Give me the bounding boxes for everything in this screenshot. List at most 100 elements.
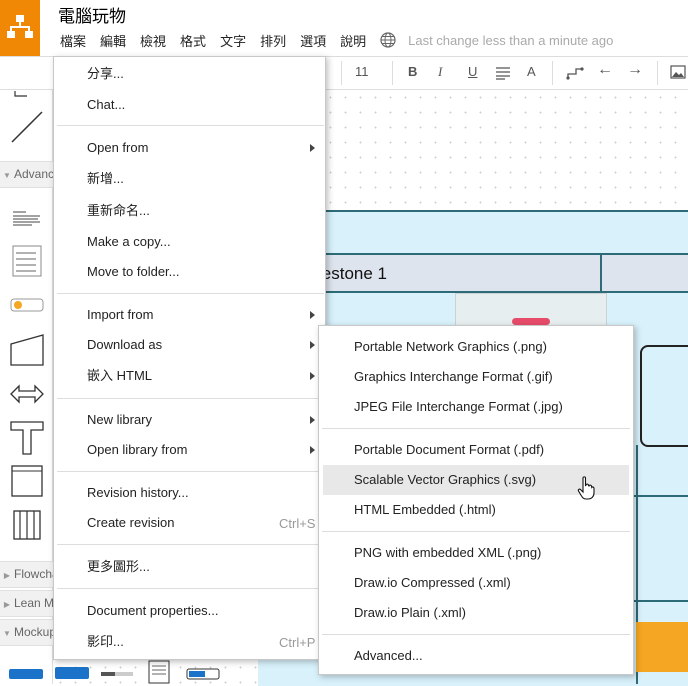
toolbar-divider <box>341 61 342 85</box>
mockup-toggle-icon[interactable] <box>186 668 220 680</box>
menu-item-gif[interactable]: Graphics Interchange Format (.gif) <box>354 364 553 390</box>
menu-separator <box>57 293 324 294</box>
menu-item-download-as[interactable]: Download as <box>87 332 162 358</box>
menu-separator <box>57 544 324 545</box>
menu-item-import-from[interactable]: Import from <box>87 302 153 328</box>
menu-item-advanced[interactable]: Advanced... <box>354 643 423 669</box>
menu-item-drawio-plain[interactable]: Draw.io Plain (.xml) <box>354 600 466 626</box>
list-shape-icon[interactable] <box>12 245 42 277</box>
vertical-pool-shape-icon[interactable] <box>13 510 41 540</box>
collapse-triangle-icon: ▼ <box>3 171 11 180</box>
expand-triangle-icon: ▶ <box>3 600 11 609</box>
font-color-button[interactable]: A <box>527 64 536 79</box>
menu-file[interactable]: 檔案 <box>60 31 86 50</box>
section-flowchart[interactable]: ▶Flowchart <box>0 561 53 588</box>
menu-item-rename[interactable]: 重新命名... <box>87 198 150 224</box>
menu-item-html[interactable]: HTML Embedded (.html) <box>354 497 496 523</box>
menu-help[interactable]: 說明 <box>340 31 366 50</box>
menu-bar: 檔案 編輯 檢視 格式 文字 排列 選項 說明 Last change less… <box>60 31 613 49</box>
image-icon[interactable] <box>670 65 686 79</box>
submenu-arrow-icon <box>310 416 315 424</box>
menu-item-drawio-compressed[interactable]: Draw.io Compressed (.xml) <box>354 570 511 596</box>
menu-item-embed-html[interactable]: 嵌入 HTML <box>87 363 152 389</box>
expand-triangle-icon: ▶ <box>3 571 11 580</box>
top-bar: 電腦玩物 檔案 編輯 檢視 格式 文字 排列 選項 說明 Last change… <box>0 0 688 56</box>
map-pin-marker <box>512 318 550 325</box>
text-block-shape-icon[interactable] <box>12 210 42 230</box>
shortcut-ctrl-s: Ctrl+S <box>279 516 316 531</box>
waypoint-icon[interactable] <box>566 65 584 81</box>
submenu-arrow-icon <box>310 372 315 380</box>
collapse-triangle-icon: ▼ <box>3 629 11 638</box>
menu-item-new[interactable]: 新增... <box>87 166 124 192</box>
menu-item-document-properties[interactable]: Document properties... <box>87 598 219 624</box>
section-mockups[interactable]: ▼Mockups <box>0 619 53 646</box>
menu-format[interactable]: 格式 <box>180 31 206 50</box>
milestone-label[interactable]: lestone 1 <box>318 264 387 284</box>
font-size-field[interactable]: 11 <box>355 64 369 79</box>
document-title[interactable]: 電腦玩物 <box>58 2 126 27</box>
section-lean-mapping[interactable]: ▶Lean Mapping <box>0 590 53 617</box>
menu-item-png[interactable]: Portable Network Graphics (.png) <box>354 334 547 360</box>
shape-sidebar: ▼Advanced ▶Flowchart ▶Lean Mapping ▼Mock… <box>0 90 53 684</box>
arrow-right-icon[interactable]: → <box>627 61 643 79</box>
menu-options[interactable]: 選項 <box>300 31 326 50</box>
menu-item-revision-history[interactable]: Revision history... <box>87 480 189 506</box>
submenu-arrow-icon <box>310 341 315 349</box>
submenu-arrow-icon <box>310 144 315 152</box>
menu-edit[interactable]: 編輯 <box>100 31 126 50</box>
menu-item-new-library[interactable]: New library <box>87 407 152 433</box>
badge-shape-icon[interactable] <box>10 298 44 312</box>
download-as-submenu: Portable Network Graphics (.png) Graphic… <box>318 325 634 675</box>
menu-arrange[interactable]: 排列 <box>260 31 286 50</box>
menu-item-open-library-from[interactable]: Open library from <box>87 437 187 463</box>
file-menu: 分享... Chat... Open from 新增... 重新命名... Ma… <box>53 56 326 660</box>
menu-separator <box>57 125 324 126</box>
menu-separator <box>57 471 324 472</box>
menu-item-move-to-folder[interactable]: Move to folder... <box>87 259 180 285</box>
menu-text[interactable]: 文字 <box>220 31 246 50</box>
menu-item-pdf[interactable]: Portable Document Format (.pdf) <box>354 437 544 463</box>
mockup-slider-icon[interactable] <box>100 670 134 678</box>
tee-shape-icon[interactable] <box>10 421 44 455</box>
column-divider <box>600 253 602 293</box>
underline-button[interactable]: U <box>468 64 477 79</box>
menu-item-share[interactable]: 分享... <box>87 61 124 87</box>
menu-item-svg[interactable]: Scalable Vector Graphics (.svg) <box>354 467 536 493</box>
menu-item-make-copy[interactable]: Make a copy... <box>87 229 171 255</box>
mockup-form-icon[interactable] <box>148 660 170 684</box>
menu-item-chat[interactable]: Chat... <box>87 92 125 118</box>
app-logo[interactable] <box>0 0 40 56</box>
hand-pointer-cursor-icon <box>577 476 595 500</box>
menu-item-open-from[interactable]: Open from <box>87 135 148 161</box>
last-change-status[interactable]: Last change less than a minute ago <box>408 33 613 48</box>
submenu-arrow-icon <box>310 311 315 319</box>
menu-item-print[interactable]: 影印... <box>87 629 124 655</box>
menu-item-png-xml[interactable]: PNG with embedded XML (.png) <box>354 540 541 566</box>
orange-block-shape[interactable] <box>636 622 688 672</box>
italic-button[interactable]: I <box>438 64 442 80</box>
toolbar-divider <box>552 61 553 85</box>
menu-separator <box>57 398 324 399</box>
menu-separator <box>322 428 630 429</box>
section-advanced[interactable]: ▼Advanced <box>0 161 53 188</box>
diagram-logo-icon <box>7 15 33 38</box>
globe-icon[interactable] <box>380 32 396 48</box>
mockup-button-icon[interactable] <box>8 668 44 680</box>
menu-item-jpg[interactable]: JPEG File Interchange Format (.jpg) <box>354 394 563 420</box>
align-icon[interactable] <box>495 66 511 80</box>
double-arrow-shape-icon[interactable] <box>10 383 44 405</box>
menu-item-more-shapes[interactable]: 更多圖形... <box>87 554 150 580</box>
curve-shape-icon[interactable] <box>14 90 28 100</box>
window-shape-icon[interactable] <box>11 465 43 497</box>
bold-button[interactable]: B <box>408 64 417 79</box>
rounded-rectangle-shape[interactable] <box>640 345 688 447</box>
line-shape-icon[interactable] <box>10 110 44 144</box>
submenu-arrow-icon <box>310 446 315 454</box>
arrow-left-icon[interactable]: ← <box>597 61 613 79</box>
menu-separator <box>322 531 630 532</box>
menu-view[interactable]: 檢視 <box>140 31 166 50</box>
mockup-button-icon[interactable] <box>54 666 90 680</box>
menu-item-create-revision[interactable]: Create revision <box>87 510 174 536</box>
manual-input-shape-icon[interactable] <box>10 334 44 366</box>
